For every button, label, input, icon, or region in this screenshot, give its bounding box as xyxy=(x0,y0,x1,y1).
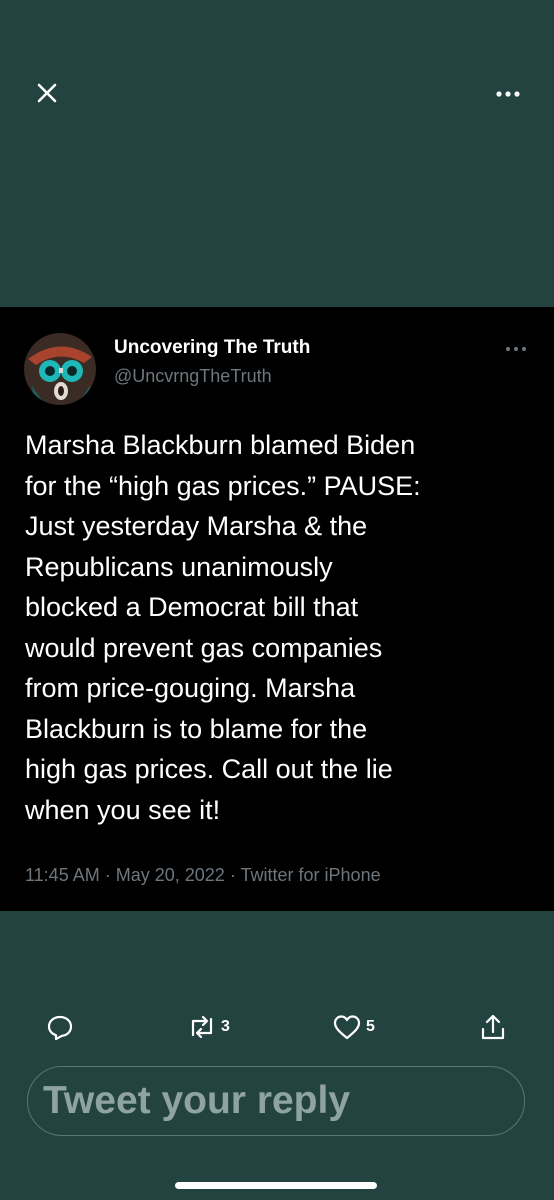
tweet-actions: 3 5 xyxy=(0,1005,554,1049)
tweet-screenshot-card: Uncovering The Truth @UncvrngTheTruth Ma… xyxy=(0,307,554,911)
close-icon xyxy=(37,83,57,103)
close-button[interactable] xyxy=(30,76,64,110)
tweet-time: 11:45 AM xyxy=(25,865,100,885)
like-count: 5 xyxy=(366,1018,375,1035)
retweet-icon xyxy=(191,1015,213,1039)
author-handle[interactable]: @UncvrngTheTruth xyxy=(114,366,272,387)
heart-icon xyxy=(333,1015,361,1040)
tweet-date: May 20, 2022 xyxy=(115,865,225,885)
tweet-more-button[interactable] xyxy=(498,337,534,361)
reply-placeholder: Tweet your reply xyxy=(43,1079,351,1122)
home-indicator[interactable] xyxy=(175,1182,377,1189)
tweet-detail-screen: Uncovering The Truth @UncvrngTheTruth Ma… xyxy=(0,0,554,1200)
more-horizontal-icon xyxy=(506,347,526,351)
share-button[interactable] xyxy=(478,1005,508,1049)
share-icon xyxy=(481,1014,505,1040)
tweet-source[interactable]: Twitter for iPhone xyxy=(241,865,381,885)
separator: · xyxy=(229,865,236,885)
avatar[interactable] xyxy=(24,333,96,405)
separator: · xyxy=(104,865,111,885)
author-name[interactable]: Uncovering The Truth xyxy=(114,337,310,359)
more-options-button[interactable] xyxy=(490,80,526,108)
reply-icon xyxy=(47,1015,73,1041)
like-button[interactable]: 5 xyxy=(332,1005,375,1049)
more-horizontal-icon xyxy=(496,91,520,97)
retweet-button[interactable]: 3 xyxy=(187,1005,230,1049)
retweet-count: 3 xyxy=(221,1018,230,1035)
tweet-text: Marsha Blackburn blamed Biden for the “h… xyxy=(25,430,421,825)
reply-button[interactable] xyxy=(46,1005,74,1049)
reply-input[interactable]: Tweet your reply xyxy=(27,1066,525,1136)
tweet-metadata: 11:45 AM · May 20, 2022 · Twitter for iP… xyxy=(25,865,381,886)
